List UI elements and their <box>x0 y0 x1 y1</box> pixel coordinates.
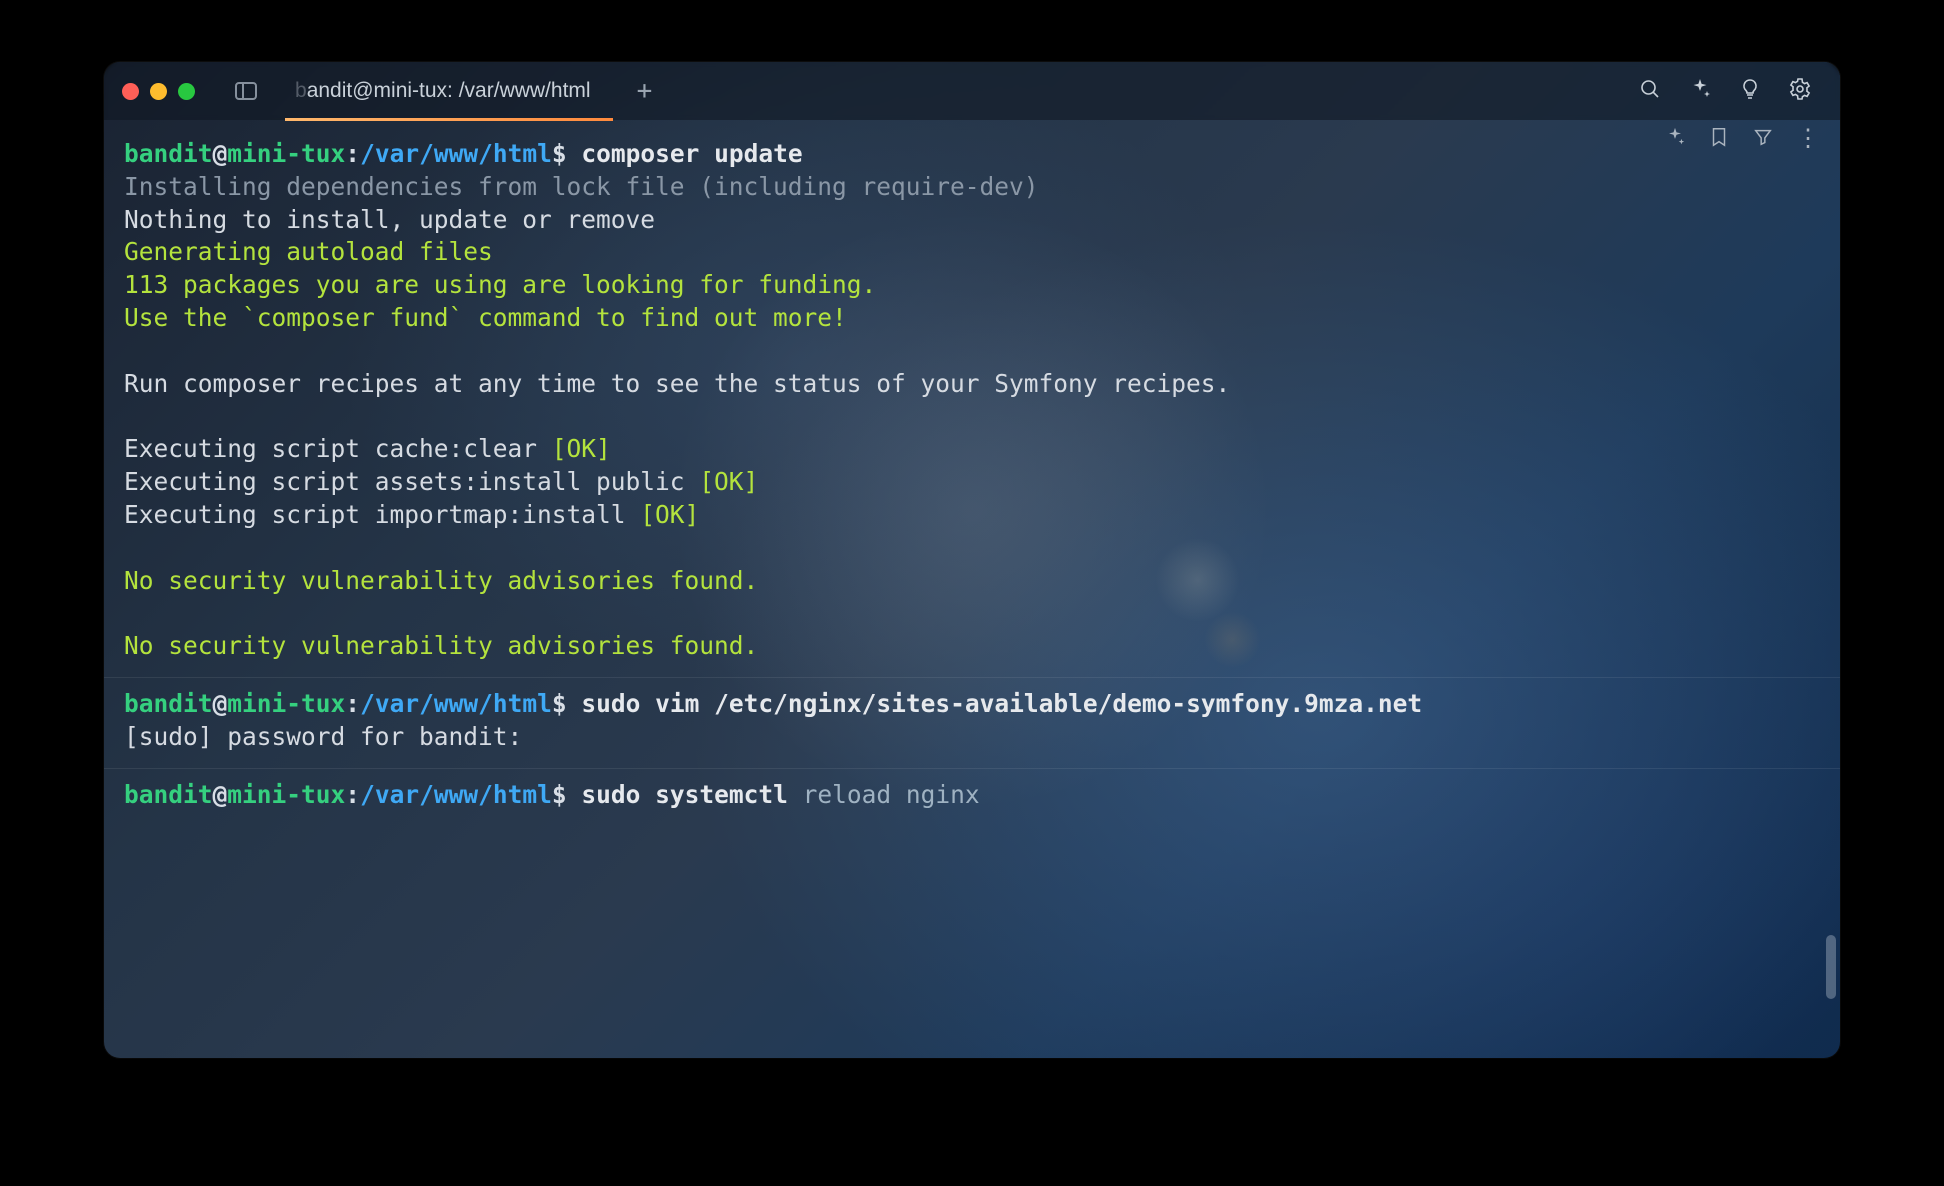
command-block: ⋮ bandit@mini-tux:/var/www/html$ compose… <box>104 120 1840 678</box>
block-toolbar: ⋮ <box>1664 126 1822 152</box>
prompt-line: bandit@mini-tux:/var/www/html$ sudo syst… <box>124 779 1820 812</box>
output-blank <box>124 335 1820 368</box>
titlebar-actions <box>1638 77 1822 105</box>
output-line: Nothing to install, update or remove <box>124 204 1820 237</box>
tab-title-faded-prefix: b <box>295 79 307 103</box>
window-controls <box>122 83 195 100</box>
lightbulb-icon[interactable] <box>1738 77 1762 105</box>
output-blank <box>124 532 1820 565</box>
output-line: [sudo] password for bandit: <box>124 721 1820 754</box>
output-line: Run composer recipes at any time to see … <box>124 368 1820 401</box>
new-tab-button[interactable]: + <box>623 76 667 106</box>
titlebar: bandit@mini-tux: /var/www/html + <box>104 62 1840 120</box>
more-menu-icon[interactable]: ⋮ <box>1796 126 1822 152</box>
zoom-window-button[interactable] <box>178 83 195 100</box>
command-arg: reload nginx <box>803 780 980 809</box>
ai-sparkle-icon[interactable] <box>1664 126 1686 152</box>
scrollbar-thumb[interactable] <box>1826 935 1836 999</box>
output-line: No security vulnerability advisories fou… <box>124 565 1820 598</box>
sidebar-toggle-icon[interactable] <box>235 82 257 100</box>
output-line: Executing script assets:install public [… <box>124 466 1820 499</box>
output-line: Use the `composer fund` command to find … <box>124 302 1820 335</box>
terminal-window: bandit@mini-tux: /var/www/html + <box>104 62 1840 1058</box>
tab-title: andit@mini-tux: /var/www/html <box>307 79 591 103</box>
output-blank <box>124 598 1820 631</box>
command-block: bandit@mini-tux:/var/www/html$ sudo syst… <box>104 769 1840 826</box>
settings-gear-icon[interactable] <box>1788 77 1812 105</box>
output-line: Executing script cache:clear [OK] <box>124 433 1820 466</box>
terminal-output-area[interactable]: ⋮ bandit@mini-tux:/var/www/html$ compose… <box>104 120 1840 1058</box>
output-line: Generating autoload files <box>124 236 1820 269</box>
search-icon[interactable] <box>1638 77 1662 105</box>
prompt-line: bandit@mini-tux:/var/www/html$ composer … <box>124 138 1820 171</box>
filter-icon[interactable] <box>1752 126 1774 152</box>
ai-sparkle-icon[interactable] <box>1688 77 1712 105</box>
output-line: Executing script importmap:install [OK] <box>124 499 1820 532</box>
output-blank <box>124 401 1820 434</box>
close-window-button[interactable] <box>122 83 139 100</box>
command-block: bandit@mini-tux:/var/www/html$ sudo vim … <box>104 678 1840 769</box>
output-line: Installing dependencies from lock file (… <box>124 171 1820 204</box>
output-line: 113 packages you are using are looking f… <box>124 269 1820 302</box>
prompt-line: bandit@mini-tux:/var/www/html$ sudo vim … <box>124 688 1820 721</box>
output-line: No security vulnerability advisories fou… <box>124 630 1820 663</box>
tab-active[interactable]: bandit@mini-tux: /var/www/html <box>285 62 613 120</box>
command-text: composer update <box>581 139 802 168</box>
bookmark-icon[interactable] <box>1708 126 1730 152</box>
command-arg: /etc/nginx/sites-available/demo-symfony.… <box>714 689 1422 718</box>
minimize-window-button[interactable] <box>150 83 167 100</box>
